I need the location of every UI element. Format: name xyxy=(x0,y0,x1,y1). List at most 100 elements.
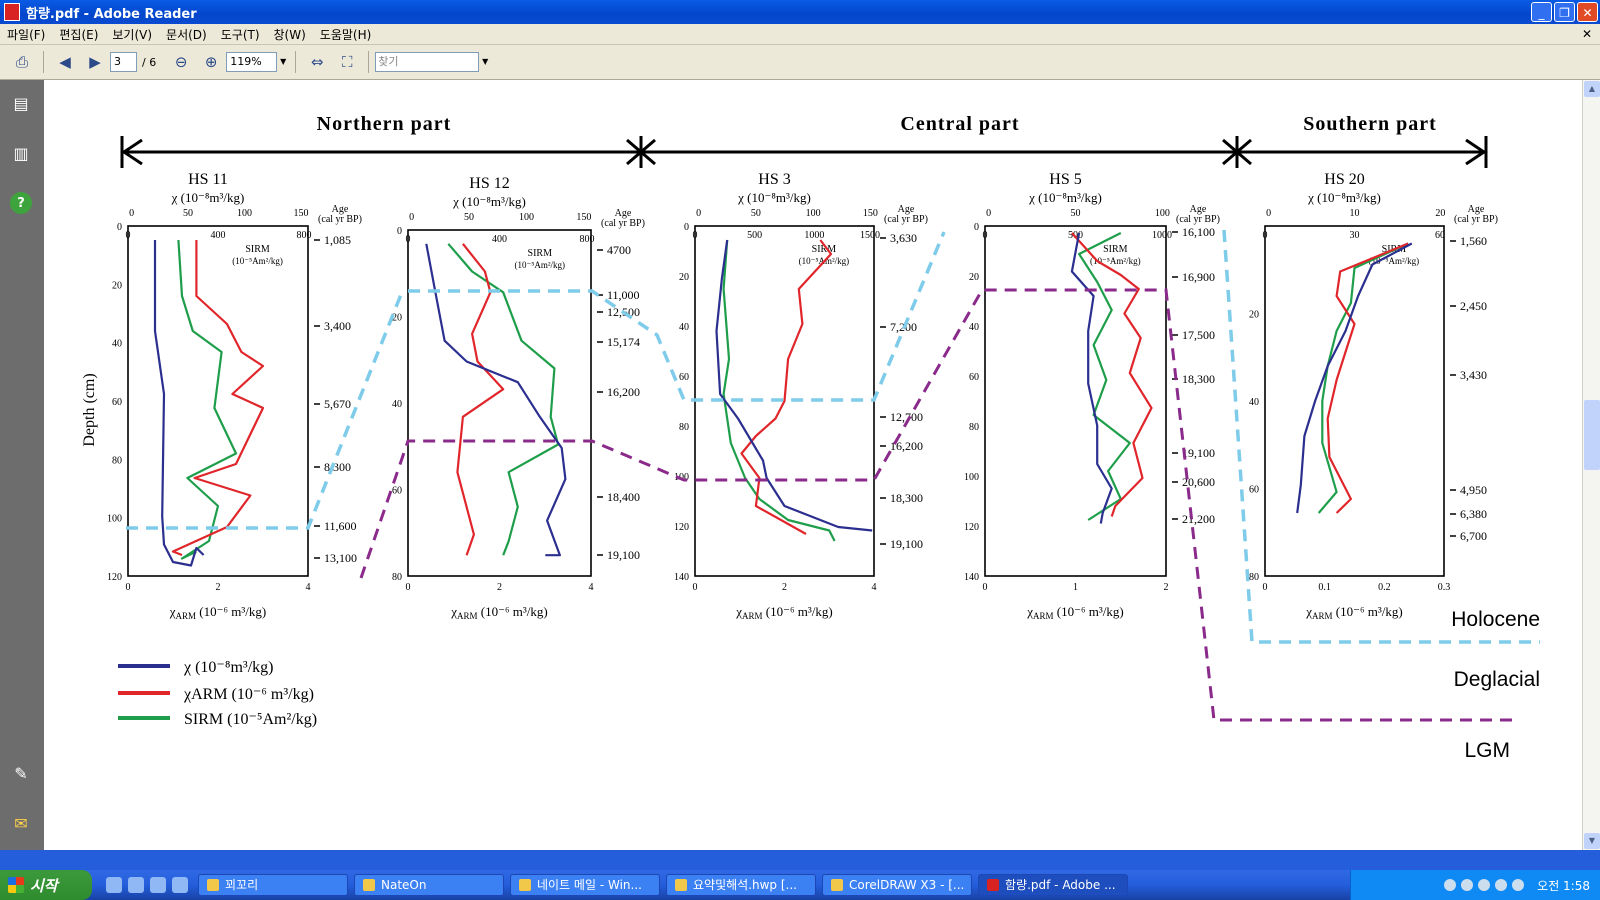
restore-button[interactable]: ❐ xyxy=(1554,2,1575,22)
zoom-out-icon[interactable]: ⊖ xyxy=(169,50,193,74)
comments-icon[interactable]: ✉ xyxy=(10,812,32,834)
depth-tick-label: 20 xyxy=(679,272,689,283)
pdf-app-icon xyxy=(4,3,20,21)
sirm-tick-label: 1500 xyxy=(860,230,880,241)
close-button[interactable]: ✕ xyxy=(1577,2,1598,22)
depth-tick-label: 20 xyxy=(969,272,979,283)
scroll-down-icon[interactable]: ▼ xyxy=(1584,833,1600,849)
menu-help[interactable]: 도움말(H) xyxy=(313,26,379,43)
curve-red xyxy=(1071,232,1153,517)
pages-icon[interactable]: ▤ xyxy=(10,92,32,114)
sirm-tick-label: 800 xyxy=(580,234,595,245)
document-close-icon[interactable]: ✕ xyxy=(1582,27,1592,41)
age-label: 4700 xyxy=(607,243,631,257)
task-label: 함량.pdf - Adobe ... xyxy=(1005,878,1116,892)
depth-tick-label: 120 xyxy=(107,572,122,583)
attachments-icon[interactable]: ✎ xyxy=(10,762,32,784)
taskbar-item-nateon[interactable]: NateOn xyxy=(354,874,504,896)
find-dropdown-icon[interactable]: ▼ xyxy=(479,53,491,71)
quick-launch-icon[interactable] xyxy=(128,877,144,893)
tray-icon[interactable] xyxy=(1512,879,1525,891)
arm-tick-label: 0 xyxy=(126,582,131,593)
tray-icon[interactable] xyxy=(1495,879,1508,891)
taskbar-item-coreldraw[interactable]: CorelDRAW X3 - [... xyxy=(822,874,972,896)
age-label: 1,085 xyxy=(324,233,351,247)
age-label: 16,100 xyxy=(1182,225,1215,239)
taskbar-item-adobe-reader[interactable]: 함량.pdf - Adobe ... xyxy=(978,874,1128,896)
task-label: 요약및해석.hwp [... xyxy=(693,878,797,892)
menu-edit[interactable]: 편집(E) xyxy=(52,26,105,43)
page-total: / 6 xyxy=(142,55,157,69)
sirm-header: SIRM xyxy=(245,244,270,255)
sirm-tick-label: 0 xyxy=(983,230,988,241)
sirm-tick-label: 30 xyxy=(1350,230,1360,241)
arm-tick-label: 2 xyxy=(1164,582,1169,593)
depth-tick-label: 120 xyxy=(674,522,689,533)
taskbar-item-folder[interactable]: 꾀꼬리 xyxy=(198,874,348,896)
menu-tools[interactable]: 도구(T) xyxy=(214,26,267,43)
quick-launch-icon[interactable] xyxy=(150,877,166,893)
chi-tick-label: 50 xyxy=(751,208,761,219)
arm-tick-label: 4 xyxy=(872,582,877,593)
task-label: CorelDRAW X3 - [... xyxy=(849,878,965,892)
chi-tick-label: 0 xyxy=(409,212,414,223)
minimize-button[interactable]: _ xyxy=(1531,2,1552,22)
age-label: 3,430 xyxy=(1460,368,1487,382)
depth-tick-label: 40 xyxy=(1249,397,1259,408)
find-input[interactable]: 찾기 xyxy=(375,52,480,72)
bookmarks-icon[interactable]: ▥ xyxy=(10,142,32,164)
arm-tick-label: 0.2 xyxy=(1378,582,1391,593)
vertical-scrollbar[interactable]: ▲ ▼ xyxy=(1582,80,1600,850)
arm-tick-label: 1 xyxy=(1073,582,1078,593)
curve-green xyxy=(177,239,238,560)
age-label: 2,450 xyxy=(1460,299,1487,313)
next-page-icon[interactable]: ▶ xyxy=(83,50,107,74)
pdf-icon xyxy=(987,879,999,891)
depth-tick-label: 60 xyxy=(392,486,402,497)
zoom-dropdown-icon[interactable]: ▼ xyxy=(277,53,289,71)
taskbar-item-mail[interactable]: 네이트 메일 - Win... xyxy=(510,874,660,896)
legend: χ (10⁻⁸m³/kg) χARM (10⁻⁶ m³/kg) SIRM (10… xyxy=(118,659,317,728)
tray-icon[interactable] xyxy=(1478,879,1491,891)
help-icon[interactable]: ? xyxy=(10,192,32,214)
zoom-in-icon[interactable]: ⊕ xyxy=(199,50,223,74)
zoom-level-field[interactable]: 119% xyxy=(226,52,278,72)
fit-width-icon[interactable]: ⇔ xyxy=(305,50,329,74)
scroll-thumb[interactable] xyxy=(1584,400,1600,470)
page-number-input[interactable]: 3 xyxy=(110,52,137,72)
chi-tick-label: 100 xyxy=(237,208,252,219)
menu-view[interactable]: 보기(V) xyxy=(105,26,159,43)
arm-tick-label: 0 xyxy=(693,582,698,593)
toolbar: ⎙ ◀ ▶ 3 / 6 ⊖ ⊕ 119% ▼ ⇔ ⛶ 찾기 ▼ xyxy=(0,45,1600,80)
region-label-north: Northern part xyxy=(317,113,452,135)
age-label: 16,900 xyxy=(1182,270,1215,284)
tray-icon[interactable] xyxy=(1444,879,1457,891)
chi-tick-label: 20 xyxy=(1435,208,1445,219)
depth-tick-label: 80 xyxy=(392,572,402,583)
legend-label-chiarm: χARM (10⁻⁶ m³/kg) xyxy=(183,686,314,703)
fit-page-icon[interactable]: ⛶ xyxy=(335,50,359,74)
chiarm-axis-title: χARM (10⁻⁶ m³/kg) xyxy=(169,604,266,621)
core-name: HS 11 xyxy=(188,171,228,188)
sirm-header: SIRM xyxy=(528,248,553,259)
quick-launch-icon[interactable] xyxy=(172,877,188,893)
taskbar-item-hwp[interactable]: 요약및해석.hwp [... xyxy=(666,874,816,896)
menu-document[interactable]: 문서(D) xyxy=(159,26,214,43)
age-label: 6,700 xyxy=(1460,529,1487,543)
window-controls: _ ❐ ✕ xyxy=(1531,2,1598,22)
period-deglacial: Deglacial xyxy=(1454,668,1540,691)
menu-file[interactable]: 파일(F) xyxy=(0,26,52,43)
menu-window[interactable]: 창(W) xyxy=(267,26,313,43)
quick-launch-icon[interactable] xyxy=(106,877,122,893)
age-label: 13,100 xyxy=(324,551,357,565)
region-label-central: Central part xyxy=(900,113,1019,135)
document-view[interactable]: Northern part Central part Southern part… xyxy=(44,80,1582,850)
print-icon[interactable]: ⎙ xyxy=(10,50,34,74)
chi-tick-label: 150 xyxy=(863,208,878,219)
tray-icon[interactable] xyxy=(1461,879,1474,891)
scroll-up-icon[interactable]: ▲ xyxy=(1584,81,1600,97)
previous-page-icon[interactable]: ◀ xyxy=(53,50,77,74)
depth-tick-label: 80 xyxy=(1249,572,1259,583)
core-name: HS 5 xyxy=(1049,171,1081,188)
start-button[interactable]: 시작 xyxy=(0,870,92,900)
